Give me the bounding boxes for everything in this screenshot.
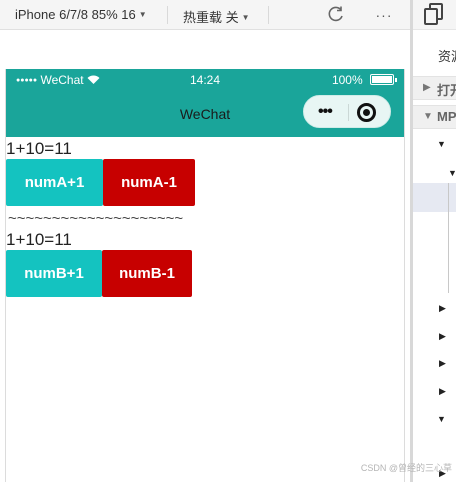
nav-bar: WeChat •••: [6, 91, 404, 137]
battery-icon: [370, 74, 397, 85]
device-selector-label: iPhone 6/7/8 85% 16: [15, 7, 136, 22]
battery-fill: [372, 76, 392, 83]
num-b-plus-button[interactable]: numB+1: [6, 250, 102, 297]
expression-b: 1+10=11: [6, 230, 72, 249]
watermark: CSDN @曾经的三心草: [360, 463, 452, 473]
hot-reload-toggle[interactable]: 热重载 关 ▼: [183, 7, 250, 26]
devtools-window: iPhone 6/7/8 85% 16 ▼ 热重载 关 ▼ ··· ●●●●● We…: [0, 0, 456, 482]
battery-percent: 100%: [331, 73, 363, 87]
tree-selected-row[interactable]: [413, 183, 456, 212]
expression-a: 1+10=11: [6, 139, 72, 158]
tree-toggle-right[interactable]: ▶: [439, 358, 446, 369]
simulator-toolbar: iPhone 6/7/8 85% 16 ▼ 热重载 关 ▼ ···: [0, 0, 410, 30]
tree-toggle-down[interactable]: ▼: [448, 168, 456, 178]
phone-device: ●●●●● WeChat 14:24 100% WeChat ••• 1+10=…: [5, 69, 405, 482]
chevron-down-icon: ▼: [138, 10, 147, 19]
tree-guide-line: [448, 183, 449, 293]
tree-toggle-right[interactable]: ▶: [439, 331, 446, 342]
num-b-minus-button[interactable]: numB-1: [102, 250, 192, 297]
copy-icon[interactable]: [424, 3, 443, 25]
panel-toolbar: [413, 0, 456, 30]
refresh-icon-graphic: [328, 6, 343, 22]
hot-reload-label: 热重载 关: [183, 10, 239, 25]
target-icon[interactable]: [357, 103, 376, 122]
toolbar-divider: [167, 6, 168, 24]
status-bar: ●●●●● WeChat 14:24 100%: [6, 69, 404, 91]
num-a-plus-button[interactable]: numA+1: [6, 159, 103, 206]
device-selector[interactable]: iPhone 6/7/8 85% 16 ▼: [15, 7, 147, 22]
toolbar-divider: [268, 6, 269, 24]
tree-toggle-right[interactable]: ▶: [439, 303, 446, 314]
devtools-panel: 资源 ▶ 打开 ▼ MP ▼ ▼ ▶ ▶ ▶ ▶ ▼ ▶: [413, 0, 456, 482]
menu-capsule: •••: [303, 95, 391, 128]
chevron-right-icon: ▶: [423, 82, 431, 93]
chevron-down-icon: ▼: [423, 111, 433, 122]
tree-toggle-down[interactable]: ▼: [437, 139, 446, 149]
tree-toggle-right[interactable]: ▶: [439, 386, 446, 397]
capsule-divider: [348, 104, 349, 121]
resource-tab[interactable]: 资源: [438, 46, 456, 65]
status-right: 100%: [331, 73, 397, 87]
chevron-down-icon: ▼: [241, 13, 250, 22]
section-open[interactable]: ▶ 打开: [413, 76, 456, 100]
tree-toggle-down[interactable]: ▼: [437, 414, 446, 424]
section-mp[interactable]: ▼ MP: [413, 105, 456, 129]
section-open-label: 打开: [437, 83, 456, 98]
num-a-minus-button[interactable]: numA-1: [103, 159, 195, 206]
separator-line: ~~~~~~~~~~~~~~~~~~~~: [8, 210, 184, 227]
more-icon: ···: [375, 7, 393, 23]
refresh-icon[interactable]: [326, 5, 346, 25]
section-mp-label: MP: [437, 109, 456, 124]
capsule-more-button[interactable]: •••: [318, 104, 333, 120]
more-options-button[interactable]: ···: [374, 5, 394, 25]
